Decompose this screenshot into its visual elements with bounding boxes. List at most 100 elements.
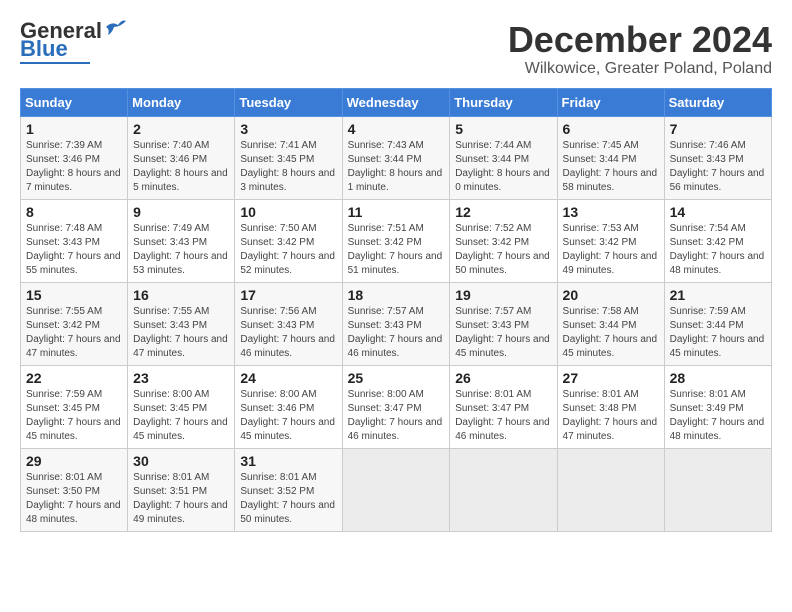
day-number: 22 (26, 370, 122, 386)
day-number: 7 (670, 121, 766, 137)
calendar-cell: 4 Sunrise: 7:43 AMSunset: 3:44 PMDaylight… (342, 116, 450, 199)
day-detail: Sunrise: 7:50 AMSunset: 3:42 PMDaylight:… (240, 222, 336, 278)
day-number: 4 (348, 121, 445, 137)
day-number: 25 (348, 370, 445, 386)
day-detail: Sunrise: 7:54 AMSunset: 3:42 PMDaylight:… (670, 222, 766, 278)
title-section: December 2024 Wilkowice, Greater Poland,… (508, 20, 772, 78)
calendar-cell: 30 Sunrise: 8:01 AMSunset: 3:51 PMDayligh… (128, 448, 235, 531)
day-detail: Sunrise: 7:58 AMSunset: 3:44 PMDaylight:… (563, 305, 659, 361)
month-title: December 2024 (508, 20, 772, 60)
weekday-header-wednesday: Wednesday (342, 88, 450, 116)
day-detail: Sunrise: 7:59 AMSunset: 3:45 PMDaylight:… (26, 388, 122, 444)
calendar-cell: 12Sunrise: 7:52 AMSunset: 3:42 PMDayligh… (450, 199, 557, 282)
calendar-cell: 5 Sunrise: 7:44 AMSunset: 3:44 PMDaylight… (450, 116, 557, 199)
day-detail: Sunrise: 7:40 AMSunset: 3:46 PMDaylight:… (133, 139, 229, 195)
day-detail: Sunrise: 7:44 AMSunset: 3:44 PMDaylight:… (455, 139, 551, 195)
day-number: 3 (240, 121, 336, 137)
day-detail: Sunrise: 8:01 AMSunset: 3:49 PMDaylight:… (670, 388, 766, 444)
day-number: 12 (455, 204, 551, 220)
day-detail: Sunrise: 8:00 AMSunset: 3:45 PMDaylight:… (133, 388, 229, 444)
day-number: 11 (348, 204, 445, 220)
calendar-cell: 20 Sunrise: 7:58 AMSunset: 3:44 PMDayligh… (557, 282, 664, 365)
day-number: 9 (133, 204, 229, 220)
day-detail: Sunrise: 7:53 AMSunset: 3:42 PMDaylight:… (563, 222, 659, 278)
day-number: 16 (133, 287, 229, 303)
page-header: General Blue December 2024 Wilkowice, Gr… (20, 20, 772, 78)
calendar-cell: 9 Sunrise: 7:49 AMSunset: 3:43 PMDaylight… (128, 199, 235, 282)
calendar-cell: 26Sunrise: 8:01 AMSunset: 3:47 PMDayligh… (450, 365, 557, 448)
logo-underline (20, 62, 90, 64)
calendar-cell: 15 Sunrise: 7:55 AMSunset: 3:42 PMDayligh… (21, 282, 128, 365)
day-number: 23 (133, 370, 229, 386)
calendar-cell: 14 Sunrise: 7:54 AMSunset: 3:42 PMDayligh… (664, 199, 771, 282)
day-detail: Sunrise: 7:49 AMSunset: 3:43 PMDaylight:… (133, 222, 229, 278)
calendar-cell: 2 Sunrise: 7:40 AMSunset: 3:46 PMDaylight… (128, 116, 235, 199)
day-detail: Sunrise: 7:39 AMSunset: 3:46 PMDaylight:… (26, 139, 122, 195)
day-detail: Sunrise: 7:57 AMSunset: 3:43 PMDaylight:… (348, 305, 445, 361)
day-number: 10 (240, 204, 336, 220)
calendar-cell: 18 Sunrise: 7:57 AMSunset: 3:43 PMDayligh… (342, 282, 450, 365)
calendar-cell: 10 Sunrise: 7:50 AMSunset: 3:42 PMDayligh… (235, 199, 342, 282)
day-number: 19 (455, 287, 551, 303)
calendar-cell: 31 Sunrise: 8:01 AMSunset: 3:52 PMDayligh… (235, 448, 342, 531)
day-detail: Sunrise: 8:01 AMSunset: 3:52 PMDaylight:… (240, 471, 336, 527)
day-number: 13 (563, 204, 659, 220)
logo-bird-icon (104, 19, 126, 37)
calendar-cell (342, 448, 450, 531)
day-detail: Sunrise: 8:00 AMSunset: 3:47 PMDaylight:… (348, 388, 445, 444)
calendar-cell: 1 Sunrise: 7:39 AMSunset: 3:46 PMDaylight… (21, 116, 128, 199)
day-number: 31 (240, 453, 336, 469)
calendar-cell: 6 Sunrise: 7:45 AMSunset: 3:44 PMDaylight… (557, 116, 664, 199)
day-detail: Sunrise: 7:57 AMSunset: 3:43 PMDaylight:… (455, 305, 551, 361)
calendar-cell: 27 Sunrise: 8:01 AMSunset: 3:48 PMDayligh… (557, 365, 664, 448)
calendar-cell: 21 Sunrise: 7:59 AMSunset: 3:44 PMDayligh… (664, 282, 771, 365)
weekday-header-monday: Monday (128, 88, 235, 116)
calendar-cell: 29 Sunrise: 8:01 AMSunset: 3:50 PMDayligh… (21, 448, 128, 531)
logo-blue-text: Blue (20, 38, 68, 60)
calendar-cell: 19 Sunrise: 7:57 AMSunset: 3:43 PMDayligh… (450, 282, 557, 365)
calendar-cell: 23 Sunrise: 8:00 AMSunset: 3:45 PMDayligh… (128, 365, 235, 448)
day-number: 17 (240, 287, 336, 303)
day-number: 1 (26, 121, 122, 137)
day-number: 5 (455, 121, 551, 137)
calendar-cell (557, 448, 664, 531)
calendar-cell: 28 Sunrise: 8:01 AMSunset: 3:49 PMDayligh… (664, 365, 771, 448)
day-detail: Sunrise: 7:55 AMSunset: 3:42 PMDaylight:… (26, 305, 122, 361)
day-number: 30 (133, 453, 229, 469)
calendar-table: SundayMondayTuesdayWednesdayThursdayFrid… (20, 88, 772, 532)
calendar-cell: 11 Sunrise: 7:51 AMSunset: 3:42 PMDayligh… (342, 199, 450, 282)
weekday-header-thursday: Thursday (450, 88, 557, 116)
day-number: 2 (133, 121, 229, 137)
day-number: 26 (455, 370, 551, 386)
calendar-cell: 25 Sunrise: 8:00 AMSunset: 3:47 PMDayligh… (342, 365, 450, 448)
day-number: 29 (26, 453, 122, 469)
day-number: 21 (670, 287, 766, 303)
day-number: 20 (563, 287, 659, 303)
calendar-cell: 17 Sunrise: 7:56 AMSunset: 3:43 PMDayligh… (235, 282, 342, 365)
day-detail: Sunrise: 7:45 AMSunset: 3:44 PMDaylight:… (563, 139, 659, 195)
day-number: 28 (670, 370, 766, 386)
day-detail: Sunrise: 7:55 AMSunset: 3:43 PMDaylight:… (133, 305, 229, 361)
weekday-header-saturday: Saturday (664, 88, 771, 116)
day-detail: Sunrise: 8:01 AMSunset: 3:50 PMDaylight:… (26, 471, 122, 527)
day-number: 6 (563, 121, 659, 137)
day-number: 8 (26, 204, 122, 220)
calendar-cell: 22 Sunrise: 7:59 AMSunset: 3:45 PMDayligh… (21, 365, 128, 448)
day-number: 14 (670, 204, 766, 220)
day-number: 15 (26, 287, 122, 303)
calendar-cell: 3Sunrise: 7:41 AMSunset: 3:45 PMDaylight… (235, 116, 342, 199)
day-detail: Sunrise: 7:46 AMSunset: 3:43 PMDaylight:… (670, 139, 766, 195)
day-detail: Sunrise: 8:01 AMSunset: 3:51 PMDaylight:… (133, 471, 229, 527)
day-number: 18 (348, 287, 445, 303)
day-detail: Sunrise: 8:01 AMSunset: 3:48 PMDaylight:… (563, 388, 659, 444)
calendar-cell: 7 Sunrise: 7:46 AMSunset: 3:43 PMDaylight… (664, 116, 771, 199)
calendar-cell (664, 448, 771, 531)
day-detail: Sunrise: 7:48 AMSunset: 3:43 PMDaylight:… (26, 222, 122, 278)
day-detail: Sunrise: 8:00 AMSunset: 3:46 PMDaylight:… (240, 388, 336, 444)
logo: General Blue (20, 20, 126, 64)
day-detail: Sunrise: 7:59 AMSunset: 3:44 PMDaylight:… (670, 305, 766, 361)
day-detail: Sunrise: 7:56 AMSunset: 3:43 PMDaylight:… (240, 305, 336, 361)
day-detail: Sunrise: 7:43 AMSunset: 3:44 PMDaylight:… (348, 139, 445, 195)
day-number: 27 (563, 370, 659, 386)
day-detail: Sunrise: 7:51 AMSunset: 3:42 PMDaylight:… (348, 222, 445, 278)
